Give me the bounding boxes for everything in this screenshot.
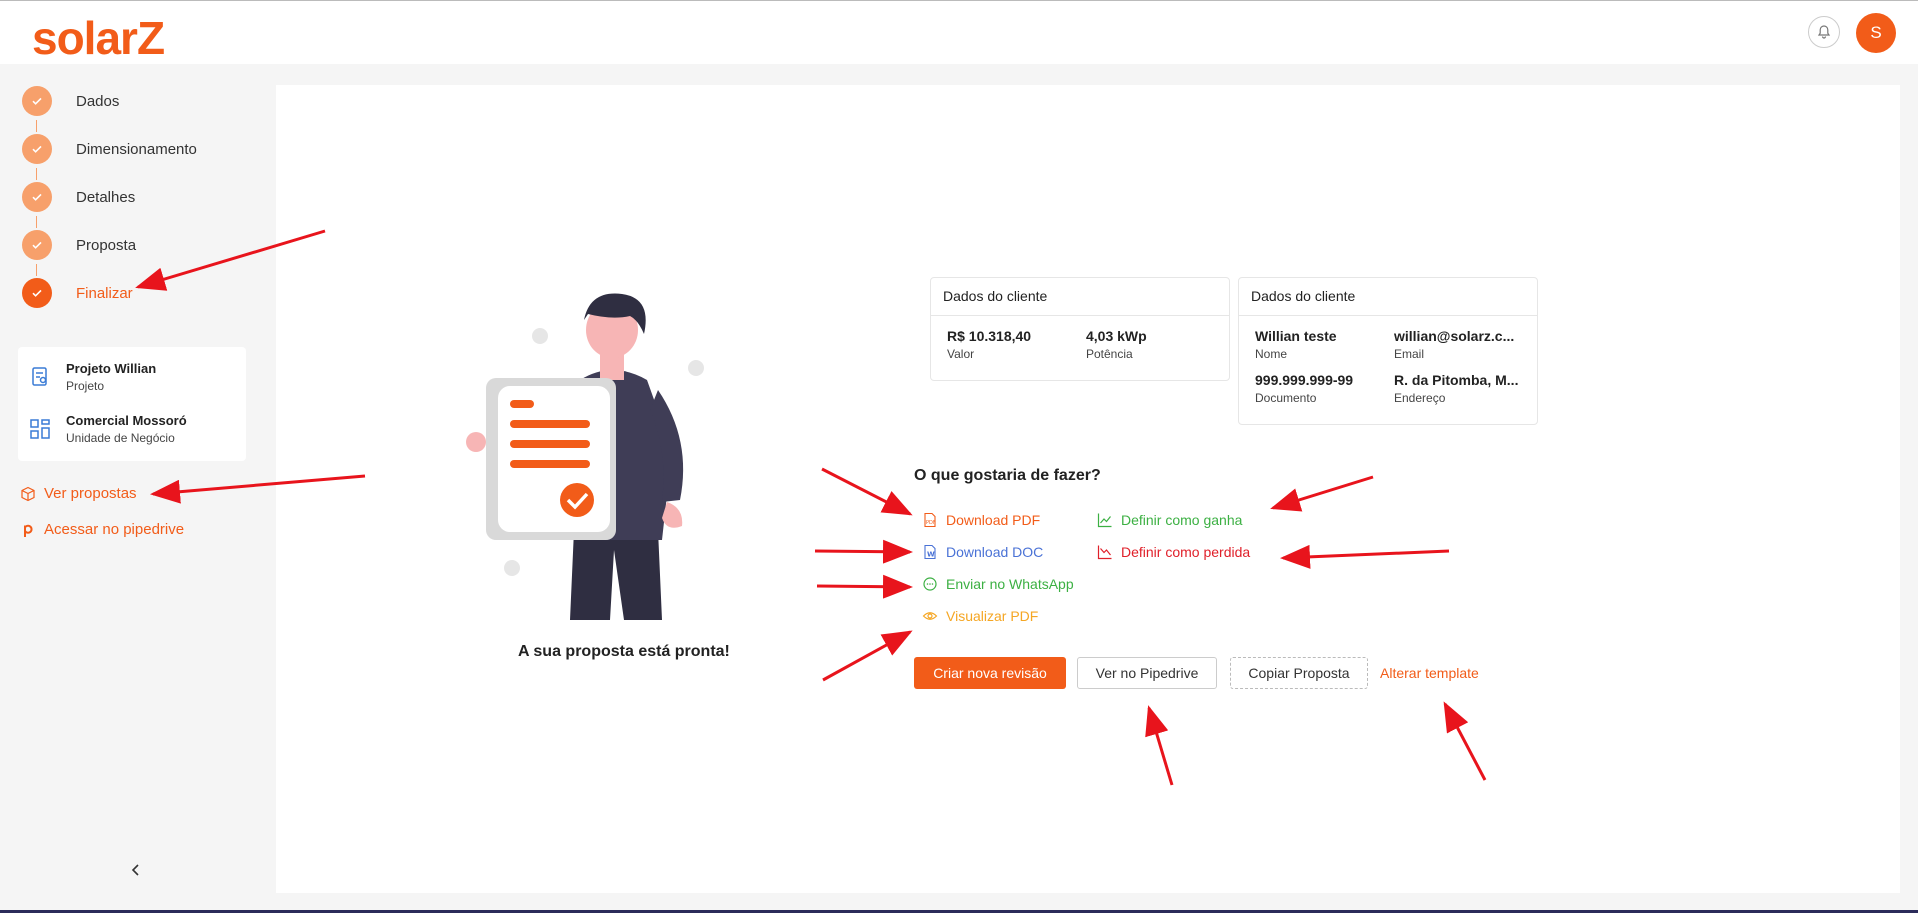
word-file-icon: W <box>924 544 936 560</box>
step-dimensionamento[interactable]: Dimensionamento <box>22 134 197 182</box>
collapse-sidebar-icon[interactable] <box>128 862 144 878</box>
solarz-logo[interactable]: solarZ <box>32 11 165 65</box>
step-finalizar[interactable]: Finalizar <box>22 278 197 326</box>
client-email: willian@solarz.c... <box>1394 328 1515 344</box>
step-label: Dados <box>76 93 120 110</box>
whatsapp-chat-icon <box>923 577 937 591</box>
client-name: Willian teste <box>1255 328 1337 344</box>
client-name-field: Willian teste Nome <box>1255 328 1385 361</box>
trending-up-icon <box>1097 513 1112 528</box>
project-row: Projeto Willian Projeto <box>28 361 156 393</box>
step-connector <box>36 264 37 276</box>
pdf-file-icon: PDF <box>924 512 936 528</box>
user-avatar[interactable]: S <box>1856 13 1896 53</box>
step-proposta[interactable]: Proposta <box>22 230 197 278</box>
copy-proposal-button[interactable]: Copiar Proposta <box>1230 657 1368 689</box>
step-connector <box>36 120 37 132</box>
project-label: Projeto <box>66 379 105 393</box>
download-pdf-action[interactable]: PDF Download PDF <box>922 512 1040 528</box>
box-icon <box>21 486 35 501</box>
view-proposals-link[interactable]: Ver propostas <box>20 485 137 502</box>
check-icon <box>22 278 52 308</box>
business-unit-name: Comercial Mossoró <box>66 413 187 428</box>
send-whatsapp-label: Enviar no WhatsApp <box>946 576 1074 592</box>
set-won-label: Definir como ganha <box>1121 512 1243 528</box>
download-pdf-label: Download PDF <box>946 512 1041 528</box>
download-doc-label: Download DOC <box>946 544 1044 560</box>
business-unit-label: Unidade de Negócio <box>66 431 175 445</box>
step-connector <box>36 216 37 228</box>
project-name: Projeto Willian <box>66 361 157 376</box>
pipedrive-icon <box>24 524 33 537</box>
client-data-card: Dados do cliente Willian teste Nome will… <box>1238 277 1538 425</box>
step-detalhes[interactable]: Detalhes <box>22 182 197 230</box>
pipedrive-access-link[interactable]: Acessar no pipedrive <box>20 521 184 538</box>
notification-bell-icon[interactable] <box>1808 16 1840 48</box>
step-dados[interactable]: Dados <box>22 86 197 134</box>
client-address-field: R. da Pitomba, M... Endereço <box>1394 372 1524 405</box>
proposal-ready-text: A sua proposta está pronta! <box>518 643 730 660</box>
check-icon <box>22 134 52 164</box>
view-pdf-label: Visualizar PDF <box>946 608 1039 624</box>
view-pdf-action[interactable]: Visualizar PDF <box>922 608 1038 624</box>
step-label: Dimensionamento <box>76 141 197 158</box>
client-address-label: Endereço <box>1394 391 1446 405</box>
power-amount: 4,03 kWp <box>1086 328 1147 344</box>
card-title: Dados do cliente <box>931 278 1229 316</box>
set-lost-label: Definir como perdida <box>1121 544 1251 560</box>
check-icon <box>22 230 52 260</box>
step-label: Detalhes <box>76 189 136 206</box>
client-name-label: Nome <box>1255 347 1288 361</box>
create-revision-button[interactable]: Criar nova revisão <box>914 657 1066 689</box>
client-address: R. da Pitomba, M... <box>1394 372 1519 388</box>
send-whatsapp-action[interactable]: Enviar no WhatsApp <box>922 576 1074 592</box>
client-document: 999.999.999-99 <box>1255 372 1354 388</box>
step-label: Proposta <box>76 237 137 254</box>
change-template-link[interactable]: Alterar template <box>1380 657 1490 689</box>
step-connector <box>36 168 37 180</box>
wizard-stepper: Dados Dimensionamento Detalhes Proposta … <box>22 86 197 326</box>
value-amount: R$ 10.318,40 <box>947 328 1032 344</box>
value-label: Valor <box>947 347 975 361</box>
project-document-icon <box>32 367 47 386</box>
view-pipedrive-button[interactable]: Ver no Pipedrive <box>1077 657 1217 689</box>
view-proposals-label: Ver propostas <box>44 485 137 502</box>
step-label: Finalizar <box>76 285 133 302</box>
svg-text:PDF: PDF <box>926 520 936 526</box>
trending-down-icon <box>1097 545 1112 560</box>
business-unit-row: Comercial Mossoró Unidade de Negócio <box>28 413 187 445</box>
check-icon <box>22 182 52 212</box>
dashboard-grid-icon <box>30 419 50 439</box>
power-field: 4,03 kWp Potência <box>1086 328 1216 361</box>
client-document-field: 999.999.999-99 Documento <box>1255 372 1385 405</box>
client-email-field: willian@solarz.c... Email <box>1394 328 1524 361</box>
proposal-summary-card: Dados do cliente R$ 10.318,40 Valor 4,03… <box>930 277 1230 381</box>
download-doc-action[interactable]: W Download DOC <box>922 544 1043 560</box>
power-label: Potência <box>1086 347 1133 361</box>
actions-question: O que gostaria de fazer? <box>914 467 1101 484</box>
set-lost-action[interactable]: Definir como perdida <box>1097 544 1250 560</box>
pipedrive-access-label: Acessar no pipedrive <box>44 521 185 538</box>
top-bar: solarZ S <box>0 0 1918 64</box>
svg-text:W: W <box>927 551 935 559</box>
eye-icon <box>922 612 938 620</box>
client-document-label: Documento <box>1255 391 1317 405</box>
value-field: R$ 10.318,40 Valor <box>947 328 1077 361</box>
proposal-ready-illustration <box>466 293 704 620</box>
client-email-label: Email <box>1394 347 1425 361</box>
project-info-card: Projeto Willian Projeto Comercial Mossor… <box>18 347 246 461</box>
card-title: Dados do cliente <box>1239 278 1537 316</box>
check-icon <box>22 86 52 116</box>
set-won-action[interactable]: Definir como ganha <box>1097 512 1242 528</box>
